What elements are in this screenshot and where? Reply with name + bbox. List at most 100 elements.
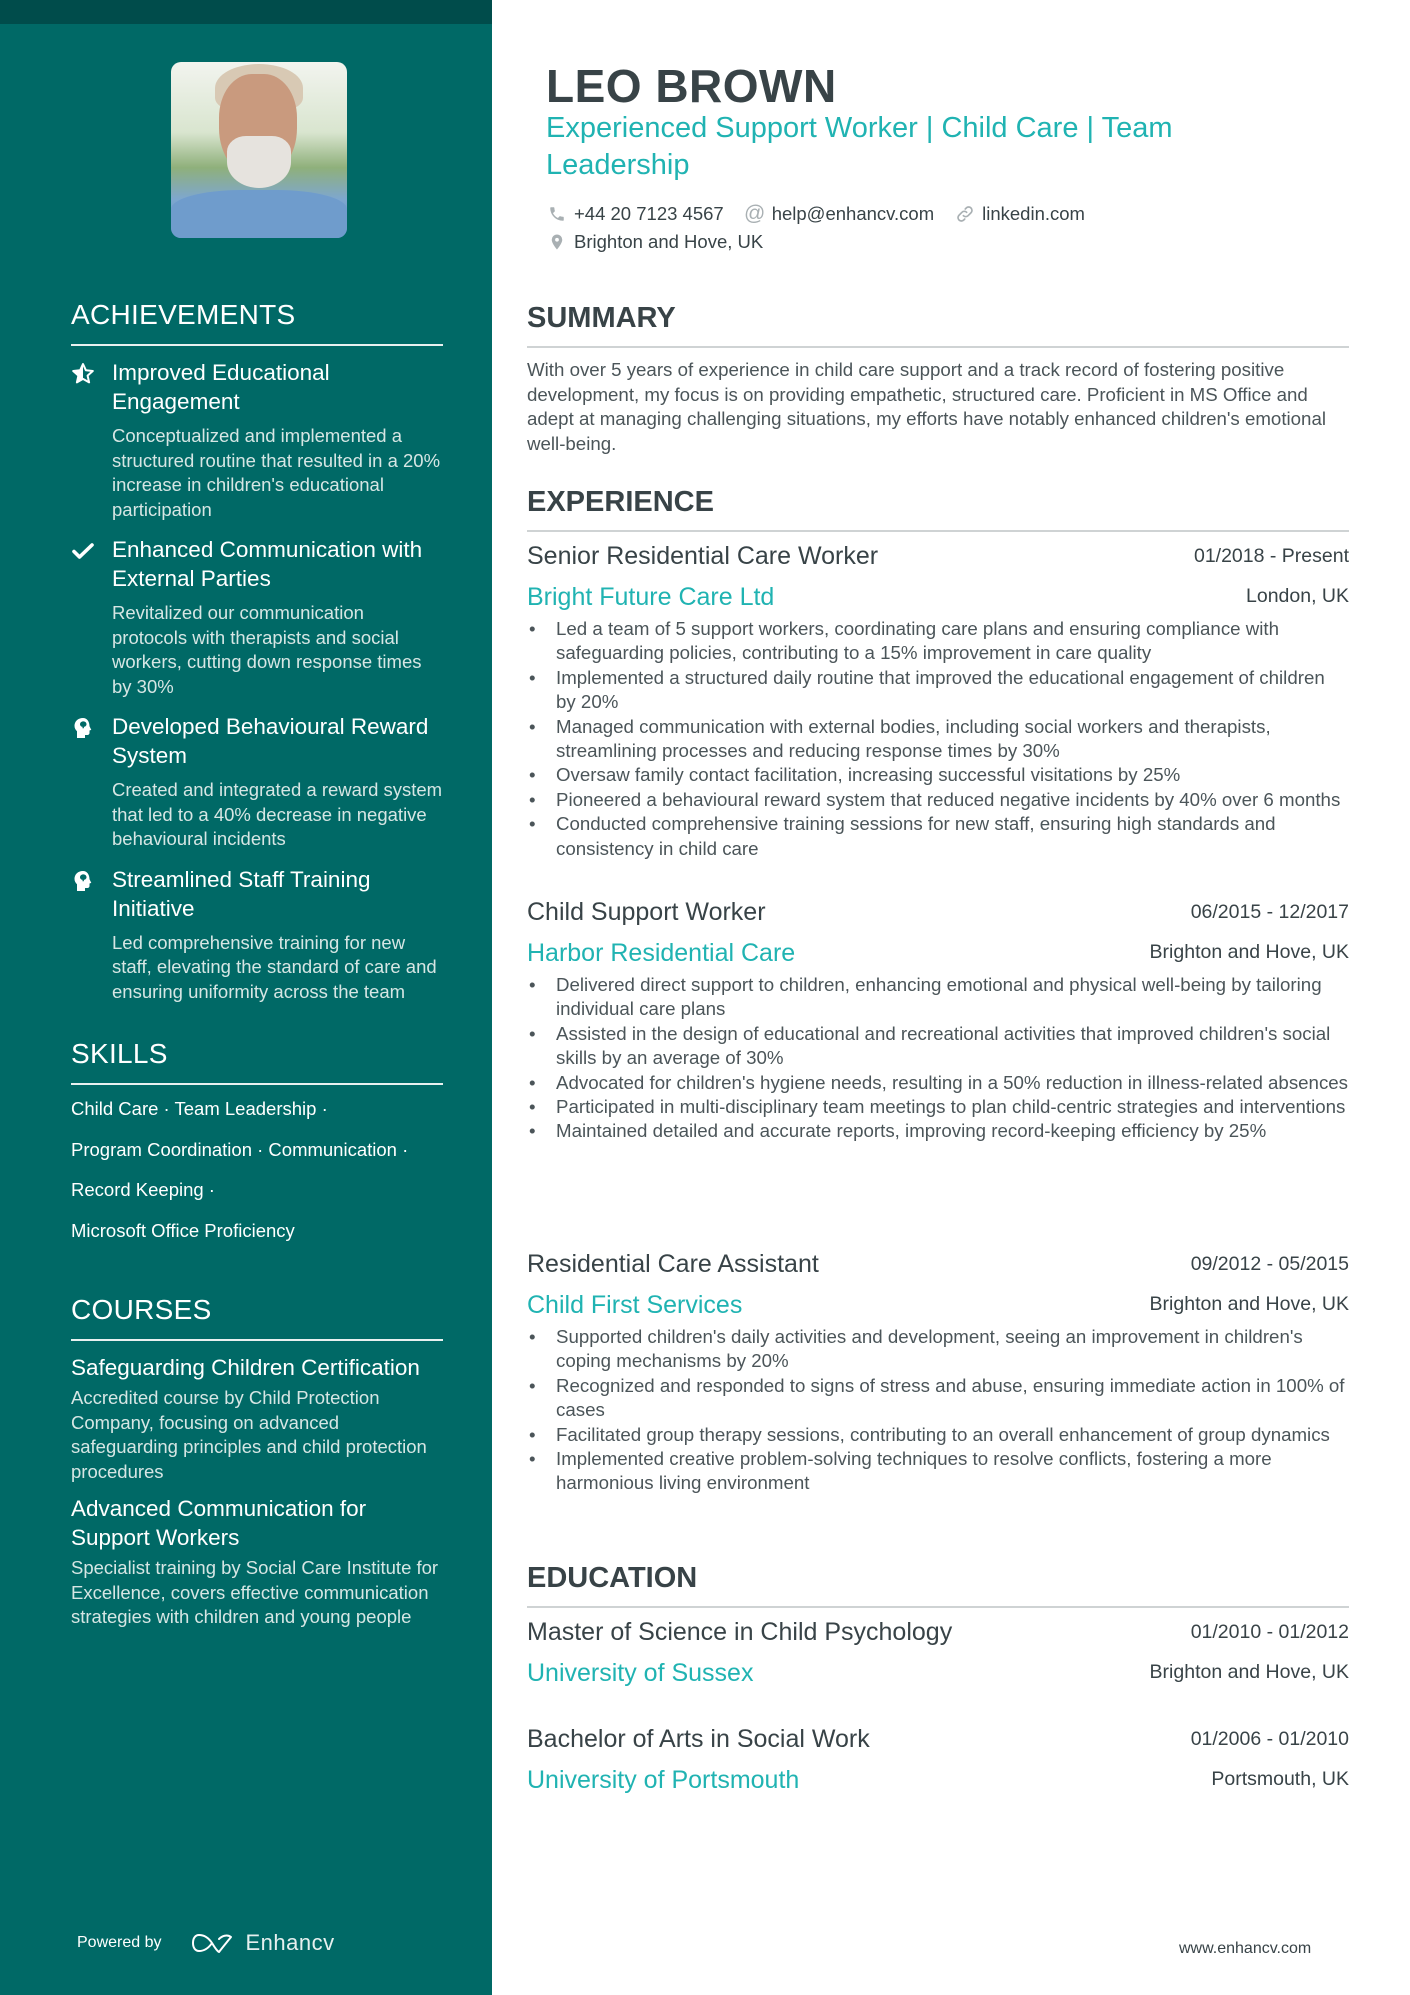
achievement-title: Enhanced Communication with External Par…: [112, 537, 423, 591]
job-location: Brighton and Hove, UK: [1149, 941, 1349, 963]
job-dates: 01/2018 - Present: [1193, 545, 1349, 567]
achievement-item: Developed Behavioural Reward System Crea…: [71, 712, 443, 852]
contact-link[interactable]: linkedin.com: [954, 203, 1085, 225]
achievement-title: Developed Behavioural Reward System: [112, 714, 429, 768]
courses-heading: COURSES: [71, 1291, 443, 1341]
enhancv-brand: Enhancv: [245, 1930, 335, 1955]
experience-entry: Child Support Worker 06/2015 - 12/2017 H…: [527, 896, 1349, 1144]
achievement-title: Improved Educational Engagement: [112, 360, 330, 414]
bullet-item: Recognized and responded to signs of str…: [527, 1374, 1349, 1423]
achievement-item: Enhanced Communication with External Par…: [71, 535, 443, 699]
achievement-description: Conceptualized and implemented a structu…: [112, 425, 441, 520]
phone-number: +44 20 7123 4567: [574, 203, 724, 224]
experience-heading: EXPERIENCE: [527, 484, 1349, 532]
bullet-item: Advocated for children's hygiene needs, …: [527, 1071, 1349, 1096]
job-location: London, UK: [1246, 585, 1349, 607]
education-entry: Bachelor of Arts in Social Work 01/2006 …: [527, 1723, 1349, 1796]
education-location: Portsmouth, UK: [1211, 1768, 1349, 1790]
bullet-item: Supported children's daily activities an…: [527, 1325, 1349, 1374]
school-name: University of Sussex: [527, 1659, 754, 1687]
location-text: Brighton and Hove, UK: [574, 231, 764, 252]
sidebar-content: ACHIEVEMENTS Improved Educational Engage…: [71, 296, 443, 1640]
contact-location: Brighton and Hove, UK: [546, 231, 763, 253]
company-name: Child First Services: [527, 1291, 743, 1319]
education-location: Brighton and Hove, UK: [1149, 1661, 1349, 1683]
skill-line: Microsoft Office Proficiency: [71, 1219, 295, 1241]
head-brain-icon: [71, 716, 95, 740]
job-bullets: Led a team of 5 support workers, coordin…: [527, 617, 1349, 861]
summary-heading: SUMMARY: [527, 300, 1349, 348]
job-location: Brighton and Hove, UK: [1149, 1293, 1349, 1315]
job-title: Residential Care Assistant: [527, 1250, 819, 1278]
course-description: Accredited course by Child Protection Co…: [71, 1387, 427, 1482]
achievement-description: Created and integrated a reward system t…: [112, 779, 443, 849]
sidebar-top-strip: [0, 0, 492, 24]
enhancv-logo-icon: [191, 1934, 232, 1953]
experience-entry: Senior Residential Care Worker 01/2018 -…: [527, 540, 1349, 861]
job-title: Child Support Worker: [527, 898, 766, 926]
education-heading: EDUCATION: [527, 1560, 1349, 1608]
bullet-item: Delivered direct support to children, en…: [527, 973, 1349, 1022]
skill-line: Program Coordination · Communication ·: [71, 1138, 409, 1160]
profile-photo: [171, 62, 347, 238]
summary-text: With over 5 years of experience in child…: [527, 359, 1326, 454]
skills-section: SKILLS Child Care · Team Leadership · Pr…: [71, 1035, 443, 1243]
bullet-item: Pioneered a behavioural reward system th…: [527, 788, 1349, 813]
degree-title: Master of Science in Child Psychology: [527, 1618, 953, 1646]
sidebar: ACHIEVEMENTS Improved Educational Engage…: [0, 0, 492, 1995]
star-half-icon: [71, 362, 95, 386]
skill-line: Record Keeping ·: [71, 1179, 215, 1200]
bullet-item: Assisted in the design of educational an…: [527, 1022, 1349, 1071]
candidate-headline: Experienced Support Worker | Child Care …: [546, 112, 1173, 181]
course-title: Safeguarding Children Certification: [71, 1355, 420, 1380]
achievement-item: Improved Educational Engagement Conceptu…: [71, 358, 443, 522]
education-entry: Master of Science in Child Psychology 01…: [527, 1616, 1349, 1689]
bullet-item: Participated in multi-disciplinary team …: [527, 1095, 1349, 1120]
skills-heading: SKILLS: [71, 1035, 443, 1085]
checkmark-icon: [71, 539, 95, 563]
achievements-section: ACHIEVEMENTS Improved Educational Engage…: [71, 296, 443, 1004]
experience-entry: Residential Care Assistant 09/2012 - 05/…: [527, 1248, 1349, 1496]
job-title: Senior Residential Care Worker: [527, 542, 879, 570]
phone-icon: [546, 203, 568, 225]
education-dates: 01/2006 - 01/2010: [1190, 1728, 1349, 1750]
bullet-item: Maintained detailed and accurate reports…: [527, 1119, 1349, 1144]
job-bullets: Delivered direct support to children, en…: [527, 973, 1349, 1144]
education-dates: 01/2010 - 01/2012: [1190, 1621, 1349, 1643]
footer-website[interactable]: www.enhancv.com: [1179, 1940, 1311, 1958]
powered-by-label: Powered by: [77, 1934, 162, 1951]
link-icon: [954, 203, 976, 225]
bullet-item: Facilitated group therapy sessions, cont…: [527, 1423, 1349, 1448]
course-description: Specialist training by Social Care Insti…: [71, 1557, 439, 1627]
achievement-item: Streamlined Staff Training Initiative Le…: [71, 865, 443, 1005]
contact-phone: +44 20 7123 4567: [546, 203, 724, 225]
achievement-description: Revitalized our communication protocols …: [112, 602, 422, 697]
bullet-item: Conducted comprehensive training session…: [527, 812, 1349, 861]
job-dates: 06/2015 - 12/2017: [1190, 901, 1349, 923]
linkedin-url[interactable]: linkedin.com: [982, 203, 1085, 225]
course-item: Advanced Communication for Support Worke…: [71, 1494, 443, 1630]
email-address[interactable]: help@enhancv.com: [772, 203, 934, 225]
at-sign-icon: @: [744, 202, 766, 225]
enhancv-logo[interactable]: Enhancv: [190, 1930, 335, 1956]
contact-info: +44 20 7123 4567 @ help@enhancv.com link…: [546, 200, 1326, 256]
company-name: Harbor Residential Care: [527, 939, 796, 967]
candidate-name: LEO BROWN: [546, 60, 837, 112]
course-item: Safeguarding Children Certification Accr…: [71, 1353, 443, 1484]
course-title: Advanced Communication for Support Worke…: [71, 1496, 367, 1550]
bullet-item: Managed communication with external bodi…: [527, 715, 1349, 764]
achievement-title: Streamlined Staff Training Initiative: [112, 866, 371, 921]
job-bullets: Supported children's daily activities an…: [527, 1325, 1349, 1496]
bullet-item: Implemented a structured daily routine t…: [527, 666, 1349, 715]
courses-section: COURSES Safeguarding Children Certificat…: [71, 1291, 443, 1630]
location-pin-icon: [546, 231, 568, 253]
skill-line: Child Care · Team Leadership ·: [71, 1098, 328, 1119]
achievements-heading: ACHIEVEMENTS: [71, 296, 443, 346]
company-name: Bright Future Care Ltd: [527, 583, 775, 611]
contact-email[interactable]: @ help@enhancv.com: [744, 202, 934, 225]
bullet-item: Implemented creative problem-solving tec…: [527, 1447, 1349, 1496]
school-name: University of Portsmouth: [527, 1766, 800, 1794]
achievement-description: Led comprehensive training for new staff…: [112, 931, 437, 1002]
head-brain-icon: [71, 869, 95, 893]
bullet-item: Oversaw family contact facilitation, inc…: [527, 763, 1349, 788]
